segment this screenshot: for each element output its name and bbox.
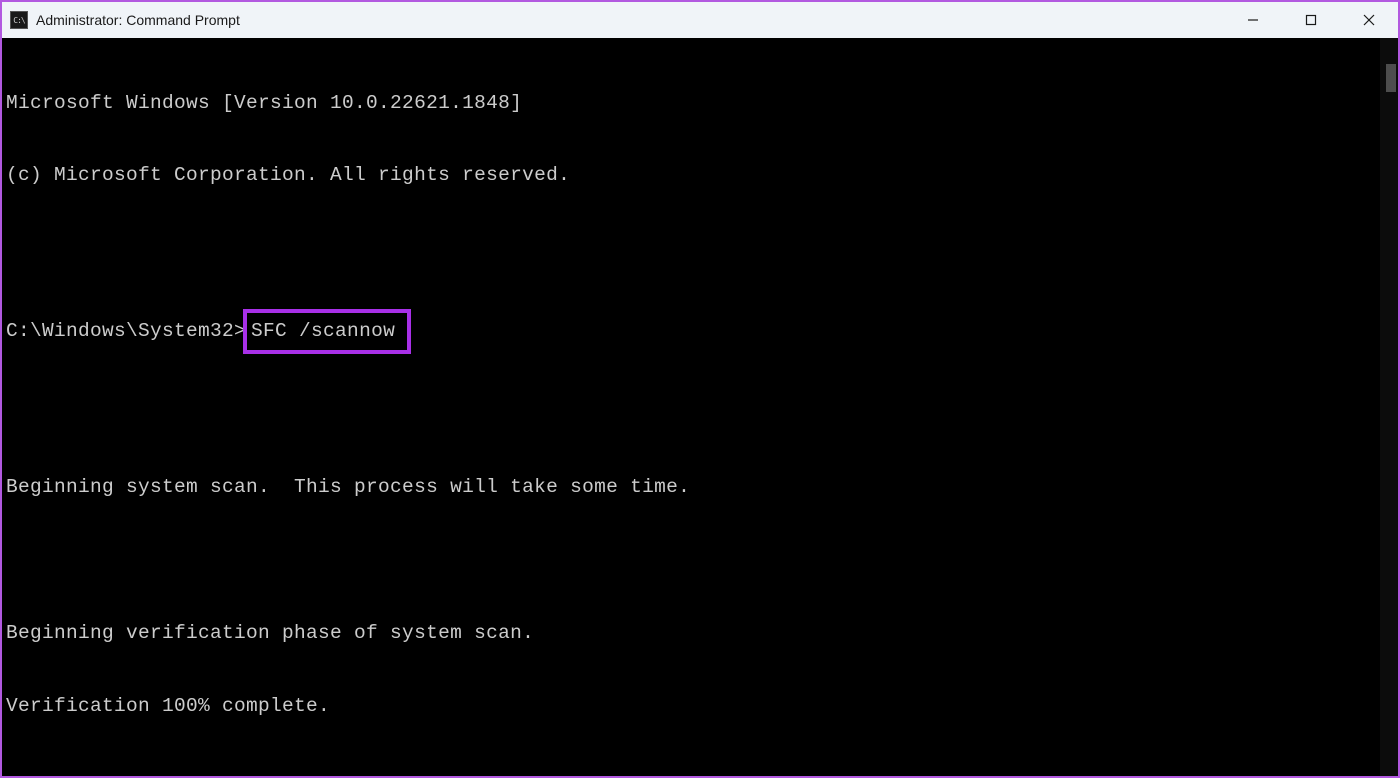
scrollbar-thumb[interactable] [1386, 64, 1396, 92]
blank-line [6, 548, 1398, 572]
output-line: (c) Microsoft Corporation. All rights re… [6, 163, 1398, 187]
prompt-path: C:\Windows\System32> [6, 319, 246, 343]
cmd-icon: C:\ [10, 11, 28, 29]
output-line: Microsoft Windows [Version 10.0.22621.18… [6, 91, 1398, 115]
command-highlight: SFC /scannow [243, 309, 411, 353]
window-title: Administrator: Command Prompt [36, 12, 240, 28]
close-button[interactable] [1340, 2, 1398, 38]
blank-line [6, 236, 1398, 260]
close-icon [1363, 14, 1375, 26]
output-line: Beginning verification phase of system s… [6, 621, 1398, 645]
terminal-content: Microsoft Windows [Version 10.0.22621.18… [6, 42, 1398, 776]
terminal-body[interactable]: Microsoft Windows [Version 10.0.22621.18… [2, 38, 1398, 776]
output-line: Verification 100% complete. [6, 694, 1398, 718]
window-controls [1224, 2, 1398, 38]
command-prompt-window: C:\ Administrator: Command Prompt Micros… [0, 0, 1400, 778]
minimize-icon [1247, 14, 1259, 26]
blank-line [6, 767, 1398, 776]
maximize-icon [1305, 14, 1317, 26]
maximize-button[interactable] [1282, 2, 1340, 38]
titlebar[interactable]: C:\ Administrator: Command Prompt [2, 2, 1398, 38]
blank-line [6, 402, 1398, 426]
titlebar-left: C:\ Administrator: Command Prompt [10, 11, 240, 29]
minimize-button[interactable] [1224, 2, 1282, 38]
output-line: Beginning system scan. This process will… [6, 475, 1398, 499]
command-text: SFC /scannow [251, 320, 395, 342]
prompt-line: C:\Windows\System32> SFC /scannow [6, 309, 1398, 353]
scrollbar-track[interactable] [1380, 38, 1398, 776]
